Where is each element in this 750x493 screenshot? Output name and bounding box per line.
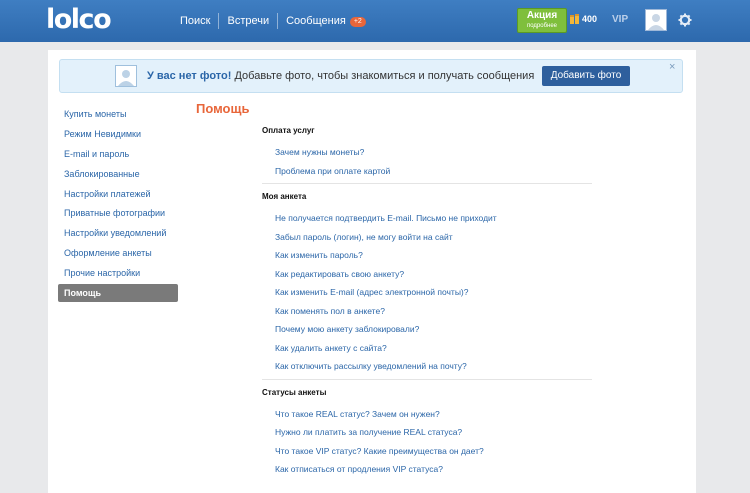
top-header: lolco Поиск Встречи Сообщения +2 Акция по…	[0, 0, 750, 42]
faq-link[interactable]: Почему мою анкету заблокировали?	[262, 320, 592, 339]
alert-text: Добавьте фото, чтобы знакомиться и получ…	[234, 70, 535, 82]
faq-link[interactable]: Забыл пароль (логин), не могу войти на с…	[262, 228, 592, 247]
faq-link[interactable]: Как удалить анкету с сайта?	[262, 339, 592, 358]
promo-button[interactable]: Акция подробнее	[517, 8, 567, 33]
no-photo-alert: У вас нет фото! Добавьте фото, чтобы зна…	[59, 59, 683, 93]
faq-link[interactable]: Что такое REAL статус? Зачем он нужен?	[262, 405, 592, 424]
settings-sidebar: Купить монеты Режим Невидимки E-mail и п…	[58, 105, 178, 304]
main-panel: У вас нет фото! Добавьте фото, чтобы зна…	[48, 50, 696, 493]
sidebar-item-buy-coins[interactable]: Купить монеты	[58, 105, 178, 123]
user-avatar[interactable]	[645, 9, 667, 31]
nav-messages-label: Сообщения	[286, 15, 346, 27]
nav-search[interactable]: Поиск	[172, 13, 218, 29]
promo-subtitle: подробнее	[526, 23, 558, 29]
vip-link[interactable]: VIP	[612, 14, 628, 25]
sidebar-item-private-photos[interactable]: Приватные фотографии	[58, 204, 178, 222]
section-divider	[262, 378, 592, 380]
alert-bold-text: У вас нет фото!	[147, 70, 232, 82]
sidebar-item-email-password[interactable]: E-mail и пароль	[58, 145, 178, 163]
faq-link[interactable]: Проблема при оплате картой	[262, 162, 592, 181]
faq-link[interactable]: Как изменить E-mail (адрес электронной п…	[262, 283, 592, 302]
sidebar-item-blocked[interactable]: Заблокированные	[58, 165, 178, 183]
section-divider	[262, 183, 592, 184]
faq-link[interactable]: Как редактировать свою анкету?	[262, 265, 592, 284]
user-avatar-icon	[648, 14, 664, 30]
nav-meetings[interactable]: Встречи	[219, 13, 277, 29]
sidebar-item-other-settings[interactable]: Прочие настройки	[58, 264, 178, 282]
gear-icon[interactable]	[678, 13, 692, 27]
nav-messages[interactable]: Сообщения +2	[278, 13, 374, 29]
faq-link[interactable]: Зачем нужны монеты?	[262, 143, 592, 162]
messages-count-badge: +2	[349, 17, 366, 27]
user-silhouette-icon	[118, 70, 134, 86]
sidebar-item-help[interactable]: Помощь	[58, 284, 178, 303]
add-photo-button[interactable]: Добавить фото	[542, 66, 630, 86]
promo-title: Акция	[526, 10, 558, 21]
sidebar-item-profile-design[interactable]: Оформление анкеты	[58, 244, 178, 262]
placeholder-avatar	[115, 65, 137, 87]
faq-link[interactable]: Как отписаться от продления VIP статуса?	[262, 460, 592, 479]
sidebar-item-invisible-mode[interactable]: Режим Невидимки	[58, 125, 178, 143]
page-title: Помощь	[196, 101, 250, 116]
sidebar-item-notification-settings[interactable]: Настройки уведомлений	[58, 224, 178, 242]
close-icon[interactable]: ×	[669, 61, 675, 73]
sidebar-item-payment-settings[interactable]: Настройки платежей	[58, 185, 178, 203]
faq-link[interactable]: Как поменять пол в анкете?	[262, 302, 592, 321]
section-title: Моя анкета	[262, 192, 307, 201]
alert-message: У вас нет фото! Добавьте фото, чтобы зна…	[147, 70, 534, 82]
section-title: Статусы анкеты	[262, 387, 327, 397]
faq-link[interactable]: Не получается подтвердить E-mail. Письмо…	[262, 209, 592, 228]
faq-link[interactable]: Что такое VIP статус? Какие преимущества…	[262, 442, 592, 461]
coin-stack-icon	[570, 14, 579, 24]
section-title: Оплата услуг	[262, 126, 315, 135]
site-logo[interactable]: lolco	[46, 5, 112, 35]
faq-link[interactable]: Как изменить пароль?	[262, 246, 592, 265]
help-content: Оплата услуг Зачем нужны монеты? Проблем…	[262, 125, 592, 479]
coins-count: 400	[582, 14, 598, 24]
faq-link[interactable]: Как отключить рассылку уведомлений на по…	[262, 357, 592, 376]
main-nav: Поиск Встречи Сообщения +2	[172, 0, 374, 42]
faq-link[interactable]: Нужно ли платить за получение REAL стату…	[262, 423, 592, 442]
coins-balance[interactable]: 400	[570, 14, 597, 24]
